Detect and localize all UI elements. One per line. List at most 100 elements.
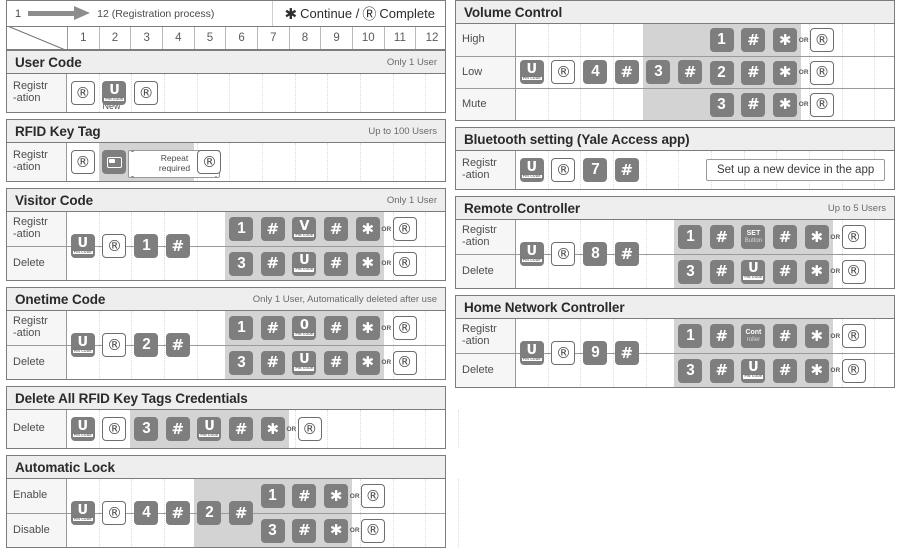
key-registered-mark: ® bbox=[392, 217, 417, 241]
key-hash: # bbox=[741, 28, 766, 52]
key-slot: OR ® bbox=[830, 354, 866, 387]
key-asterisk: ✱ bbox=[355, 217, 380, 241]
row-label-line: Low bbox=[462, 65, 483, 78]
column-header-3: 3 bbox=[131, 27, 163, 49]
row-label-line: -ation bbox=[462, 169, 490, 181]
legend-continue-label: Continue / bbox=[300, 6, 360, 21]
key-slot: OR ® bbox=[350, 514, 386, 547]
section-onetime-code: Onetime Code Only 1 User, Automatically d… bbox=[6, 287, 459, 380]
sequence-row: Delete 3 # U PIN CODE # ✱ OR ® bbox=[7, 246, 459, 280]
key-number-7: 7 bbox=[583, 158, 608, 182]
section-rfid-key-tag: RFID Key Tag Up to 100 Users Registr -ation… bbox=[6, 119, 459, 182]
key-slot: OR ® bbox=[799, 89, 835, 120]
key-slot: 1 bbox=[260, 479, 285, 513]
sequence-row: Registr -ation U PIN CODE ® 7 # Set up a new de… bbox=[456, 151, 894, 189]
key-slot: 3 bbox=[260, 514, 285, 547]
section-title: Delete All RFID Key Tags Credentials bbox=[15, 390, 248, 406]
keypad-programming-chart: 1 12 (Registration process) ✱ Continue /… bbox=[0, 0, 900, 548]
row-label-line: -ation bbox=[13, 228, 41, 240]
key-hash: # bbox=[709, 358, 734, 383]
section-title: Visitor Code bbox=[15, 192, 94, 208]
key-slot: # bbox=[741, 24, 766, 56]
key-slot: OR ® bbox=[799, 24, 835, 56]
key-slot: U PIN CODE bbox=[102, 74, 127, 112]
key-slot: OR ® bbox=[381, 346, 417, 379]
row-label: Delete bbox=[7, 346, 67, 379]
column-header-6: 6 bbox=[226, 27, 258, 49]
key-asterisk: ✱ bbox=[804, 358, 829, 383]
key-slot: OR ® bbox=[381, 247, 417, 280]
key-number-3: 3 bbox=[229, 350, 254, 375]
key-slot: # bbox=[260, 212, 285, 246]
sequence-track: 3 # U PIN CODE # ✱ OR ® bbox=[67, 346, 459, 379]
section-note: Up to 5 Users bbox=[827, 202, 886, 214]
or-label: OR bbox=[830, 367, 841, 374]
key-hash: # bbox=[324, 316, 349, 340]
row-label-line: High bbox=[462, 33, 485, 46]
key-slot: ® bbox=[102, 410, 127, 448]
registered-mark-icon: Ⓡ bbox=[362, 5, 377, 22]
key-rfid-card-icon bbox=[102, 150, 127, 174]
key-pin-code-U: U PIN CODE bbox=[292, 251, 317, 276]
row-label: Mute bbox=[456, 89, 516, 120]
key-number-2: 2 bbox=[709, 60, 734, 85]
key-slot: OR ® bbox=[381, 212, 417, 246]
sequence-row: Registr -ation 1 # Cont roller # ✱ OR ® bbox=[456, 319, 894, 353]
or-label: OR bbox=[381, 225, 392, 233]
key-slot: 3 bbox=[678, 354, 703, 387]
key-hash: # bbox=[324, 217, 349, 241]
key-slot: # bbox=[292, 514, 317, 547]
key-slot: V PIN CODE bbox=[292, 212, 317, 246]
or-label: OR bbox=[830, 268, 841, 275]
key-registered-mark: ® bbox=[134, 81, 159, 105]
key-hash: # bbox=[709, 225, 734, 249]
sequence-row: Registr -ation ® Repeat required ® bbox=[7, 143, 459, 181]
section-volume-control: Volume Control High 1 # ✱ OR ® Low 2 # ✱ OR ® Mute 3 # ✱… bbox=[455, 0, 895, 121]
section-rows: Registr -ation 1 # SET Button # ✱ OR ® Delete 3 # U PI… bbox=[456, 220, 894, 288]
key-hash: # bbox=[165, 417, 190, 441]
key-hash: # bbox=[260, 251, 285, 276]
key-asterisk: ✱ bbox=[355, 251, 380, 276]
key-pin-code-U: U PIN CODE bbox=[519, 158, 544, 182]
legend-start-number: 1 bbox=[15, 7, 22, 20]
column-header-2: 2 bbox=[100, 27, 132, 49]
key-slot: ✱ bbox=[804, 319, 829, 353]
section-title: RFID Key Tag bbox=[15, 123, 101, 139]
section-header-remote-controller: Remote Controller Up to 5 Users bbox=[456, 197, 894, 220]
key-slot: U PIN CODE bbox=[519, 151, 544, 189]
key-number-1: 1 bbox=[709, 28, 734, 52]
key-number-3: 3 bbox=[229, 251, 254, 276]
row-label-line: Delete bbox=[13, 355, 45, 368]
key-slot: # bbox=[260, 311, 285, 345]
key-slot: # bbox=[741, 89, 766, 120]
row-label-line: Delete bbox=[462, 264, 494, 277]
row-label: Delete bbox=[456, 255, 516, 288]
section-title: Bluetooth setting (Yale Access app) bbox=[464, 131, 690, 147]
key-slot: 3 bbox=[229, 346, 254, 379]
key-hash: # bbox=[773, 225, 798, 249]
key-slot: # bbox=[773, 319, 798, 353]
sequence-row: Delete 3 # U PIN CODE # ✱ OR ® bbox=[7, 345, 459, 379]
key-hash: # bbox=[614, 158, 639, 182]
key-registered-mark: ® bbox=[810, 92, 835, 117]
sequence-track: U PIN CODE ® 7 # Set up a new device in the a… bbox=[516, 151, 894, 189]
key-slot: 2 bbox=[709, 57, 734, 88]
sequence-track: 1 #0 PIN CODE # ✱ OR ® bbox=[67, 311, 459, 345]
sequence-track: 3 # U PIN CODE # ✱ OR ® bbox=[516, 255, 894, 288]
key-asterisk: ✱ bbox=[260, 417, 285, 441]
key-pin-code-U: U PIN CODE bbox=[741, 358, 766, 383]
key-slot: # bbox=[324, 311, 349, 345]
row-label: Disable bbox=[7, 514, 67, 547]
section-rows: Delete U PIN CODE ® 3 # U PIN CODE # ✱ OR ® bbox=[7, 410, 459, 448]
key-registered-mark: ® bbox=[102, 417, 127, 441]
section-automatic-lock: Automatic Lock Enable 1 # ✱ OR ® Disable 3 # ✱ OR ® U… bbox=[6, 455, 459, 548]
key-asterisk: ✱ bbox=[355, 350, 380, 375]
or-label: OR bbox=[349, 527, 360, 534]
column-number-header: 1 2 3 4 5 6 7 8 9 10 11 12 bbox=[6, 26, 446, 50]
key-slot: # bbox=[292, 479, 317, 513]
section-header-delete-all-rfid: Delete All RFID Key Tags Credentials bbox=[7, 387, 445, 410]
key-registered-mark: ® bbox=[297, 417, 322, 441]
section-title: Automatic Lock bbox=[15, 459, 115, 475]
key-slot: U PIN CODE bbox=[741, 354, 766, 387]
sequence-track: 1 # SET Button # ✱ OR ® bbox=[516, 220, 894, 254]
